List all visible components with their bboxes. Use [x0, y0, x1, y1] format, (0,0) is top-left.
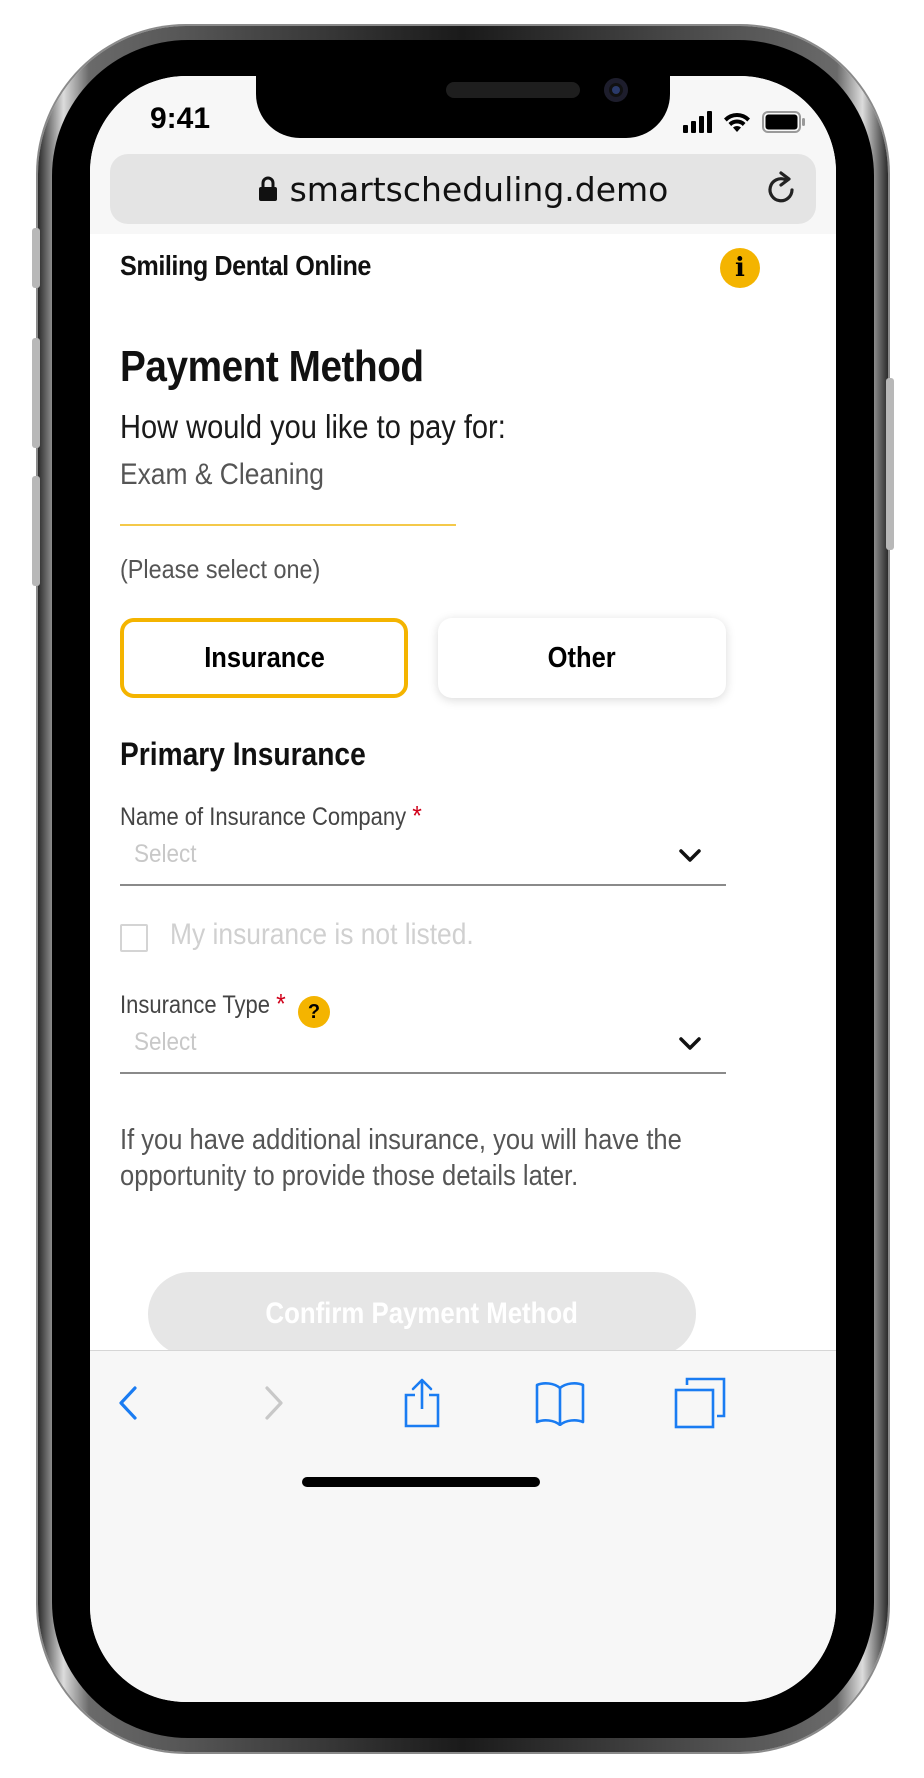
wifi-icon: [724, 112, 750, 132]
confirm-payment-button[interactable]: Confirm Payment Method: [148, 1272, 696, 1356]
share-icon: [404, 1378, 440, 1428]
insurance-type-label: Insurance Type *: [120, 988, 286, 1020]
phone-screen: 9:41 smartscheduling.demo Smiling Dental…: [90, 76, 836, 1702]
required-marker: *: [412, 800, 422, 831]
volume-down-button: [32, 476, 40, 586]
insurance-option-button[interactable]: Insurance: [120, 618, 408, 698]
insurance-not-listed-checkbox[interactable]: [120, 924, 148, 952]
other-option-label: Other: [547, 641, 617, 674]
insurance-type-select[interactable]: Select: [120, 1018, 726, 1074]
info-icon[interactable]: i: [720, 248, 760, 288]
volume-up-button: [32, 338, 40, 448]
forward-icon: [265, 1386, 283, 1420]
browser-toolbar: [90, 1350, 836, 1702]
insurance-company-placeholder: Select: [134, 840, 197, 868]
home-indicator[interactable]: [302, 1477, 540, 1487]
select-hint: (Please select one): [120, 554, 321, 584]
primary-insurance-title: Primary Insurance: [120, 736, 366, 772]
forward-button[interactable]: [244, 1373, 304, 1433]
silent-switch: [32, 228, 40, 288]
address-bar[interactable]: smartscheduling.demo: [110, 154, 816, 224]
other-option-button[interactable]: Other: [438, 618, 726, 698]
page-title: Payment Method: [120, 342, 424, 391]
payment-question: How would you like to pay for:: [120, 408, 506, 445]
insurance-type-placeholder: Select: [134, 1028, 197, 1056]
front-camera: [604, 78, 628, 102]
insurance-not-listed-label: My insurance is not listed.: [170, 918, 474, 951]
service-underline: [120, 524, 456, 526]
share-button[interactable]: [392, 1373, 452, 1433]
chevron-down-icon: [679, 1037, 701, 1050]
insurance-company-label: Name of Insurance Company *: [120, 800, 422, 832]
bookmarks-icon: [535, 1382, 585, 1426]
back-icon: [119, 1386, 137, 1420]
back-button[interactable]: [98, 1373, 158, 1433]
insurance-type-label-text: Insurance Type: [120, 991, 271, 1019]
power-button: [886, 378, 894, 550]
notch: [256, 76, 670, 138]
required-marker: *: [276, 988, 286, 1019]
bookmarks-button[interactable]: [530, 1373, 590, 1433]
additional-insurance-note: If you have additional insurance, you wi…: [120, 1124, 682, 1192]
url-text: smartscheduling.demo: [289, 169, 669, 209]
tabs-button[interactable]: [670, 1373, 730, 1433]
lock-icon: [258, 176, 277, 201]
tabs-icon: [674, 1377, 726, 1429]
insurance-option-label: Insurance: [203, 641, 325, 674]
brand-name: Smiling Dental Online: [120, 250, 371, 281]
speaker: [446, 82, 580, 98]
status-icons: [683, 110, 806, 134]
cellular-signal-icon: [683, 111, 712, 133]
battery-icon: [762, 111, 805, 133]
confirm-payment-label: Confirm Payment Method: [265, 1297, 579, 1330]
page-content: Smiling Dental Online i Payment Method H…: [90, 234, 836, 1374]
insurance-company-select[interactable]: Select: [120, 830, 726, 886]
insurance-company-label-text: Name of Insurance Company: [120, 803, 407, 831]
chevron-down-icon: [679, 849, 701, 862]
status-time: 9:41: [150, 102, 211, 135]
service-name: Exam & Cleaning: [120, 458, 324, 491]
reload-icon[interactable]: [760, 168, 802, 210]
